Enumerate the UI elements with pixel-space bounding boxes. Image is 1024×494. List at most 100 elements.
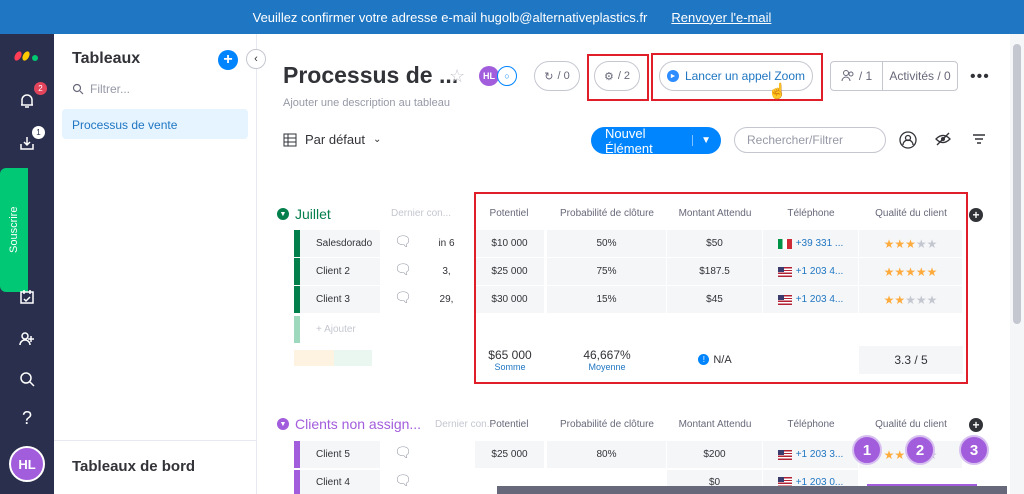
dashboards-title[interactable]: Tableaux de bord [72,458,195,475]
search-icon [72,83,84,95]
hand-cursor-icon: ☝ [768,83,787,100]
item-name[interactable]: Client 3 [316,294,350,305]
notifications-badge: 2 [34,82,47,95]
vertical-scrollbar[interactable] [1010,34,1024,494]
monday-logo-icon[interactable] [0,44,54,62]
summary-color-bar [294,350,334,366]
comment-bubble-icon[interactable]: 🗨 [394,261,412,278]
boards-sidebar: Tableaux + ‹ Filtrer... Processus de ven… [54,34,266,494]
inbox-badge: 1 [32,126,45,139]
add-board-button[interactable]: + [218,50,238,70]
horizontal-scrollbar[interactable] [497,486,1007,494]
step-marker-1: 1 [852,435,882,465]
add-column-icon[interactable]: + [969,208,983,222]
column-header-qualite[interactable]: Qualité du client [859,419,963,430]
group-name[interactable]: Clients non assign... [295,416,421,432]
board-description[interactable]: Ajouter une description au tableau [283,97,450,109]
highlight-automations [587,54,649,101]
partial-cell: in 6 [422,230,472,257]
favorite-star-icon[interactable]: ☆ [449,66,465,87]
owner-avatar[interactable]: HL [479,66,499,86]
table-row[interactable]: Client 5 [294,441,380,468]
column-header-potentiel[interactable]: Potentiel [475,419,543,430]
invite-user-icon[interactable] [0,330,54,348]
item-name[interactable]: Client 4 [316,477,350,488]
table-row[interactable]: Salesdorado [294,230,380,257]
column-header-proba[interactable]: Probabilité de clôture [547,419,667,430]
resend-email-link[interactable]: Renvoyer l'e-mail [671,10,771,25]
person-filter-icon[interactable] [899,131,917,152]
scrollbar-thumb[interactable] [1013,44,1021,324]
integrations-icon: ↻ [544,70,554,83]
members-button[interactable]: / 1 [831,62,883,90]
board-title[interactable]: Processus de ... [283,62,458,89]
activities-label: Activités / 0 [889,69,951,83]
subscribe-label: Souscrire [8,206,20,254]
sidebar-filter-input[interactable]: Filtrer... [72,82,130,96]
sidebar-item-label: Processus de vente [72,118,178,132]
members-count: / 1 [858,69,873,83]
comment-bubble-icon[interactable]: 🗨 [394,289,412,306]
item-name[interactable]: Client 5 [316,449,350,460]
add-column-icon[interactable]: + [969,418,983,432]
telephone-cell[interactable]: +1 203 3... [763,441,859,468]
new-item-button[interactable]: Nouvel Élément ▼ [591,125,721,156]
view-selector[interactable]: Par défaut ⌄ [283,132,381,147]
column-header-montant[interactable]: Montant Attendu [667,419,763,430]
app-rail: 2 1 Souscrire ? HL [0,34,54,494]
help-icon[interactable]: ? [0,408,54,429]
chevron-down-icon[interactable]: ▼ [692,135,711,146]
members-activities-bar[interactable]: / 1 Activités / 0 [830,61,958,91]
sidebar-divider [54,440,257,441]
hide-columns-icon[interactable] [935,131,951,150]
step-connector [867,484,977,486]
item-name[interactable]: Salesdorado [316,238,372,249]
potentiel-cell[interactable]: $25 000 [475,441,545,468]
table-row[interactable]: Client 3 [294,286,380,313]
partial-cell: 3, [422,258,472,285]
bell-icon[interactable] [0,92,54,110]
search-icon[interactable] [0,370,54,388]
sidebar-filter-placeholder: Filtrer... [90,82,131,96]
inbox-icon[interactable] [0,134,54,152]
comment-bubble-icon[interactable]: 🗨 [394,444,412,461]
group-header-juillet[interactable]: ▼ Juillet [277,206,331,222]
summary-color-bar [334,350,372,366]
comment-bubble-icon[interactable]: 🗨 [394,233,412,250]
highlight-columns [474,192,968,384]
integrations-button[interactable]: ↻ / 0 [534,61,580,91]
montant-cell[interactable]: $200 [667,441,763,468]
new-item-label: Nouvel Élément [605,125,653,156]
step-marker-3: 3 [959,435,989,465]
banner-text: Veuillez confirmer votre adresse e-mail … [252,9,648,25]
integrations-count: / 0 [557,70,570,82]
partial-cell: 29, [422,286,472,313]
email-confirm-banner: Veuillez confirmer votre adresse e-mail … [0,0,1024,34]
group-collapse-icon[interactable]: ▼ [277,208,289,220]
add-item-row[interactable]: + Ajouter [294,316,380,343]
proba-cell[interactable]: 80% [547,441,667,468]
search-filter-input[interactable]: Rechercher/Filtrer [734,127,886,153]
table-row[interactable]: Client 4 [294,470,380,494]
activities-button[interactable]: Activités / 0 [883,69,957,83]
column-header-hidden: Dernier con... [391,208,452,219]
group-name[interactable]: Juillet [295,206,331,222]
guest-icon[interactable]: ○ [497,66,517,86]
sidebar-title: Tableaux [72,50,141,67]
comment-bubble-icon[interactable]: 🗨 [394,472,412,489]
board-main: Processus de ... ☆ HL ○ Ajouter une desc… [257,34,1024,494]
table-row[interactable]: Client 2 [294,258,380,285]
group-header-clients-non-assignes[interactable]: ▼ Clients non assign... [277,416,421,432]
sort-filter-icon[interactable] [971,131,987,150]
phone-number[interactable]: +1 203 3... [796,449,844,460]
column-header-telephone[interactable]: Téléphone [763,419,859,430]
group-collapse-icon[interactable]: ▼ [277,418,289,430]
calendar-icon[interactable] [0,288,54,306]
sidebar-item-processus-de-vente[interactable]: Processus de vente [62,109,248,139]
table-view-icon [283,133,297,146]
user-avatar[interactable]: HL [9,446,45,482]
more-options-icon[interactable]: ••• [970,68,990,86]
add-item-label[interactable]: + Ajouter [316,324,356,335]
item-name[interactable]: Client 2 [316,266,350,277]
subscribe-button[interactable]: Souscrire [0,168,28,292]
